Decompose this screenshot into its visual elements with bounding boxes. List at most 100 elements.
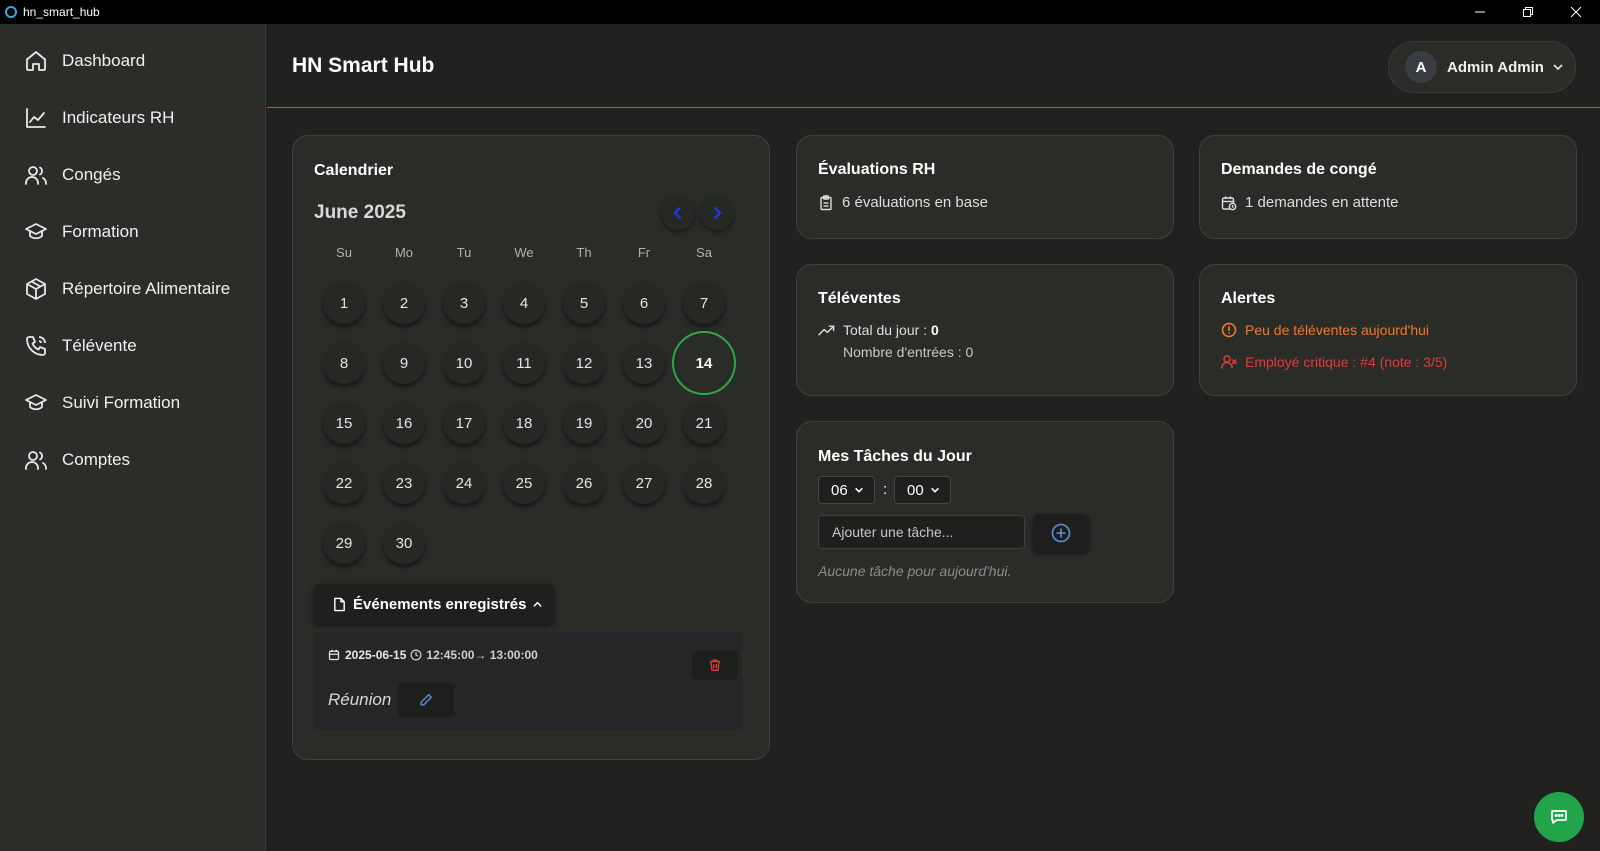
- add-task-button[interactable]: [1033, 514, 1089, 552]
- sidebar-item-label: Comptes: [62, 450, 131, 469]
- leave-requests-summary-text: 1 demandes en attente: [1245, 194, 1399, 211]
- event-date: 2025-06-15: [345, 648, 407, 662]
- calendar-day[interactable]: 21: [683, 402, 725, 444]
- calendar-day[interactable]: 18: [503, 402, 545, 444]
- edit-event-button[interactable]: [398, 682, 454, 718]
- chevron-right-icon: [713, 206, 722, 220]
- calendar-day[interactable]: 8: [323, 342, 365, 384]
- sidebar-item-comptes[interactable]: Comptes: [24, 444, 254, 476]
- chevron-up-icon: [533, 601, 543, 607]
- calendar-day-today[interactable]: 14: [672, 331, 736, 395]
- calendar-day[interactable]: 30: [383, 522, 425, 564]
- next-month-button[interactable]: [700, 196, 734, 230]
- page-title: HN Smart Hub: [292, 54, 435, 77]
- calendar-day[interactable]: 2: [383, 282, 425, 324]
- sidebar-item-suivi-formation[interactable]: Suivi Formation: [24, 387, 254, 419]
- evaluations-summary: 6 évaluations en base: [818, 194, 988, 211]
- plus-circle-icon: [1051, 523, 1071, 543]
- avatar: A: [1405, 51, 1437, 83]
- calendar-day[interactable]: 9: [383, 342, 425, 384]
- chevron-down-icon: [930, 487, 939, 493]
- sidebar-item-label: Congés: [62, 165, 121, 184]
- weekday-label: Sa: [696, 245, 712, 260]
- calendar-day[interactable]: 26: [563, 462, 605, 504]
- sidebar-item-repertoire-alimentaire[interactable]: Répertoire Alimentaire: [24, 273, 254, 305]
- calendar-day[interactable]: 15: [323, 402, 365, 444]
- televentes-total-label: Total du jour :: [843, 322, 931, 338]
- sidebar-item-televente[interactable]: Télévente: [24, 330, 254, 362]
- previous-month-button[interactable]: [661, 196, 695, 230]
- calendar-day[interactable]: 6: [623, 282, 665, 324]
- calendar-day[interactable]: 25: [503, 462, 545, 504]
- pencil-icon: [420, 694, 432, 706]
- calendar-clock-icon: [1221, 196, 1237, 210]
- app-logo-icon: [5, 6, 17, 18]
- calendar-day[interactable]: 22: [323, 462, 365, 504]
- weekday-label: Fr: [637, 245, 651, 260]
- minute-select[interactable]: 00: [894, 476, 951, 504]
- sidebar-item-indicateurs-rh[interactable]: Indicateurs RH: [24, 102, 254, 134]
- calendar-day[interactable]: 24: [443, 462, 485, 504]
- hour-value: 06: [831, 481, 848, 499]
- user-x-icon: [1221, 355, 1237, 369]
- sidebar-item-label: Formation: [62, 222, 139, 241]
- weekday-label: Mo: [394, 245, 414, 260]
- calendar-day[interactable]: 12: [563, 342, 605, 384]
- events-toggle-button[interactable]: Événements enregistrés: [314, 584, 554, 624]
- calendar-day[interactable]: 10: [443, 342, 485, 384]
- calendar-day[interactable]: 17: [443, 402, 485, 444]
- user-name: Admin Admin: [1447, 58, 1544, 76]
- minimize-icon: [1475, 11, 1485, 13]
- close-button[interactable]: [1552, 0, 1600, 24]
- calendar-day[interactable]: 1: [323, 282, 365, 324]
- tasks-title: Mes Tâches du Jour: [818, 448, 972, 465]
- calendar-day[interactable]: 13: [623, 342, 665, 384]
- weekday-label: We: [514, 245, 534, 260]
- calendar-month-label: June 2025: [314, 202, 406, 223]
- add-task-input[interactable]: [818, 515, 1025, 549]
- users-icon: [25, 451, 47, 470]
- maximize-button[interactable]: [1504, 0, 1552, 24]
- calendar-title: Calendrier: [314, 162, 394, 179]
- calendar-day[interactable]: 4: [503, 282, 545, 324]
- calendar-day[interactable]: 27: [623, 462, 665, 504]
- event-name: Réunion: [328, 690, 392, 709]
- calendar-day[interactable]: 5: [563, 282, 605, 324]
- delete-event-button[interactable]: [692, 650, 738, 680]
- alert-circle-icon: [1221, 322, 1237, 338]
- calendar-day[interactable]: 7: [683, 282, 725, 324]
- chart-line-icon: [26, 108, 46, 128]
- trash-icon: [709, 659, 721, 671]
- minimize-button[interactable]: [1456, 0, 1504, 24]
- calendar-day[interactable]: 29: [323, 522, 365, 564]
- calendar-day[interactable]: 20: [623, 402, 665, 444]
- calendar-day[interactable]: 16: [383, 402, 425, 444]
- user-menu-button[interactable]: A Admin Admin: [1388, 41, 1576, 93]
- calendar-day[interactable]: 28: [683, 462, 725, 504]
- televentes-card: Téléventes Total du jour : 0 Nombre d'en…: [796, 264, 1174, 396]
- calendar-day[interactable]: 23: [383, 462, 425, 504]
- event-item: 2025-06-15 12:45:00→ 13:00:00 Réunion: [314, 632, 742, 730]
- alert-item-critical: Employé critique : #4 (note : 3/5): [1221, 354, 1447, 370]
- sidebar: Dashboard Indicateurs RH Congés Formatio…: [0, 24, 266, 851]
- sidebar-item-label: Répertoire Alimentaire: [62, 279, 231, 298]
- evaluations-summary-text: 6 évaluations en base: [842, 194, 988, 211]
- weekday-label: Th: [576, 245, 592, 260]
- calendar-day[interactable]: 11: [503, 342, 545, 384]
- sidebar-item-label: Télévente: [62, 336, 137, 355]
- calendar-day[interactable]: 3: [443, 282, 485, 324]
- calendar-day[interactable]: 19: [563, 402, 605, 444]
- sidebar-item-label: Indicateurs RH: [62, 108, 175, 127]
- televentes-entries: Nombre d'entrées : 0: [843, 344, 974, 360]
- hour-select[interactable]: 06: [818, 476, 875, 504]
- chevron-down-icon: [854, 487, 863, 493]
- sidebar-item-conges[interactable]: Congés: [24, 159, 254, 191]
- restore-icon: [1523, 7, 1533, 17]
- chat-button[interactable]: [1534, 792, 1584, 842]
- tasks-card: Mes Tâches du Jour 06 : 00 Aucune tâche …: [796, 421, 1174, 603]
- alert-item-warning: Peu de téléventes aujourd'hui: [1221, 322, 1429, 338]
- phone-icon: [26, 336, 46, 356]
- close-icon: [1571, 7, 1581, 17]
- sidebar-item-dashboard[interactable]: Dashboard: [24, 45, 254, 77]
- sidebar-item-formation[interactable]: Formation: [24, 216, 254, 248]
